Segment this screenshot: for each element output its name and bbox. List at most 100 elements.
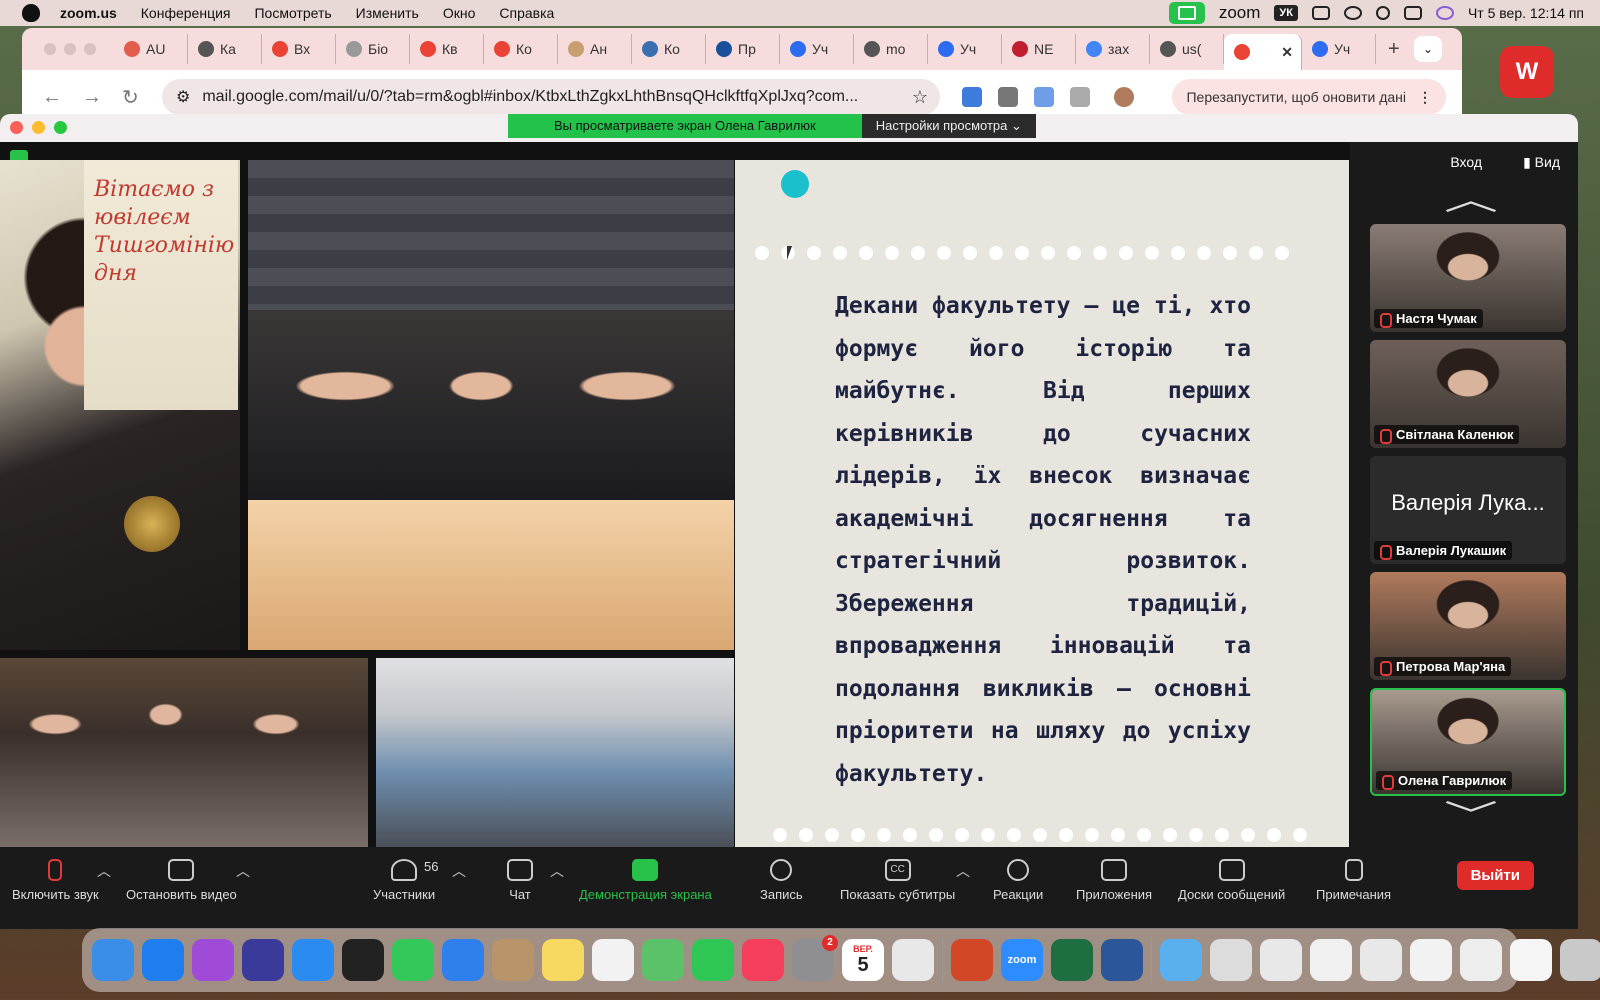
browser-tab[interactable]: Пр <box>706 34 780 64</box>
browser-tab[interactable]: Біо <box>336 34 410 64</box>
dock-messages-icon[interactable] <box>392 939 434 981</box>
browser-tab[interactable]: ✕ <box>1224 34 1302 70</box>
bookmark-star-icon[interactable]: ☆ <box>912 87 928 108</box>
audio-options-caret[interactable]: ︿ <box>97 861 111 881</box>
browser-tab[interactable]: mo <box>854 34 928 64</box>
extension-icon[interactable] <box>962 87 982 107</box>
menu-conference[interactable]: Конференция <box>141 5 231 21</box>
keyboard-layout[interactable]: УК <box>1274 5 1298 21</box>
dock-recent-1-icon[interactable] <box>1210 939 1252 981</box>
traffic-minimize[interactable] <box>64 43 76 55</box>
browser-tab[interactable]: us( <box>1150 34 1224 64</box>
dock-recent-5-icon[interactable] <box>1410 939 1452 981</box>
dock-recent-4-icon[interactable] <box>1360 939 1402 981</box>
browser-tab[interactable]: Кв <box>410 34 484 64</box>
relaunch-button[interactable]: Перезапустити, щоб оновити дані ⋮ <box>1172 79 1446 115</box>
menu-edit[interactable]: Изменить <box>356 5 419 21</box>
whiteboards-button[interactable]: Доски сообщений <box>1178 859 1285 902</box>
dock-downloads-folder-icon[interactable] <box>1160 939 1202 981</box>
menu-app-name[interactable]: zoom.us <box>60 5 117 21</box>
dock-reminders-icon[interactable] <box>592 939 634 981</box>
participants-options-caret[interactable]: ︿ <box>452 861 466 881</box>
menu-window[interactable]: Окно <box>443 5 476 21</box>
new-tab-button[interactable]: + <box>1388 38 1400 61</box>
browser-tab[interactable]: Ко <box>632 34 706 64</box>
window-minimize-button[interactable] <box>32 121 45 134</box>
browser-tab[interactable]: NE <box>1002 34 1076 64</box>
dock-recent-3-icon[interactable] <box>1310 939 1352 981</box>
traffic-zoom[interactable] <box>84 43 96 55</box>
browser-tab[interactable]: Ка <box>188 34 262 64</box>
window-close-button[interactable] <box>10 121 23 134</box>
browser-tab[interactable]: Уч <box>1302 34 1376 64</box>
wps-office-icon[interactable]: W <box>1500 46 1554 98</box>
video-options-caret[interactable]: ︿ <box>236 861 250 881</box>
siri-icon[interactable] <box>1435 6 1454 20</box>
profile-avatar[interactable] <box>1114 87 1134 107</box>
battery-icon[interactable] <box>1311 6 1330 20</box>
notes-button[interactable]: Примечания <box>1316 859 1391 902</box>
more-menu-icon[interactable]: ⋮ <box>1418 89 1432 106</box>
dock-notes-icon[interactable] <box>542 939 584 981</box>
scroll-down-icon[interactable]: ﹀ <box>1444 802 1498 832</box>
view-button[interactable]: ▮ Вид <box>1523 154 1560 171</box>
dock-trash-icon[interactable] <box>1560 939 1600 981</box>
reload-icon[interactable]: ↻ <box>122 85 142 110</box>
browser-tab[interactable]: AU <box>114 34 188 64</box>
show-captions-button[interactable]: CC Показать субтитры <box>840 859 955 902</box>
leave-meeting-button[interactable]: Выйти <box>1456 861 1534 890</box>
dock-piano-icon[interactable] <box>342 939 384 981</box>
dock-mail-icon[interactable] <box>442 939 484 981</box>
browser-tab[interactable]: Вх <box>262 34 336 64</box>
search-icon[interactable] <box>1375 6 1390 20</box>
captions-options-caret[interactable]: ︿ <box>956 861 970 881</box>
dock-podcasts-icon[interactable] <box>192 939 234 981</box>
chat-button[interactable]: Чат <box>507 859 533 902</box>
clock[interactable]: Чт 5 вер. 12:14 пп <box>1468 5 1584 21</box>
browser-tab[interactable]: Уч <box>780 34 854 64</box>
extensions-puzzle-icon[interactable] <box>1070 87 1090 107</box>
forward-icon[interactable]: → <box>82 86 102 109</box>
close-tab-icon[interactable]: ✕ <box>1281 44 1293 61</box>
dock-safari-icon[interactable] <box>292 939 334 981</box>
apps-button[interactable]: Приложения <box>1076 859 1152 902</box>
traffic-close[interactable] <box>44 43 56 55</box>
back-icon[interactable]: ← <box>42 86 62 109</box>
dock-siri-icon[interactable] <box>242 939 284 981</box>
dock-word-icon[interactable] <box>1101 939 1143 981</box>
scroll-up-icon[interactable]: ︿ <box>1444 186 1498 216</box>
view-options-dropdown[interactable]: Настройки просмотра ⌄ <box>861 114 1036 138</box>
browser-tab[interactable]: Ан <box>558 34 632 64</box>
browser-tab[interactable]: зах <box>1076 34 1150 64</box>
participant-tile[interactable]: Валерія Лука... Валерія Лукашик <box>1370 456 1566 564</box>
dock-facetime-icon[interactable] <box>692 939 734 981</box>
participant-tile[interactable]: Світлана Каленюк <box>1370 340 1566 448</box>
site-info-icon[interactable]: ⚙ <box>176 87 190 107</box>
tab-search-button[interactable]: ⌄ <box>1414 36 1442 62</box>
control-center-icon[interactable] <box>1403 6 1422 20</box>
address-bar[interactable]: ⚙ mail.google.com/mail/u/0/?tab=rm&ogbl#… <box>162 79 940 115</box>
browser-tab[interactable]: Уч <box>928 34 1002 64</box>
menu-help[interactable]: Справка <box>499 5 554 21</box>
participant-tile[interactable]: Петрова Мар'яна <box>1370 572 1566 680</box>
dock-music-icon[interactable] <box>742 939 784 981</box>
unmute-button[interactable]: Включить звук <box>12 859 99 902</box>
participant-tile[interactable]: Настя Чумак <box>1370 224 1566 332</box>
dock-recent-7-icon[interactable] <box>1510 939 1552 981</box>
dock-recent-6-icon[interactable] <box>1460 939 1502 981</box>
dock-recent-2-icon[interactable] <box>1260 939 1302 981</box>
dock-system-settings-icon[interactable]: 2 <box>792 935 838 981</box>
zoom-menu-label[interactable]: zoom <box>1219 3 1261 23</box>
zoom-video-status-icon[interactable] <box>1168 2 1205 24</box>
dock-calendar-icon[interactable]: ВЕР. 5 <box>842 939 884 981</box>
dock-maps-icon[interactable] <box>642 939 684 981</box>
participant-tile[interactable]: Олена Гаврилюк <box>1370 688 1566 796</box>
sign-in-button[interactable]: Вход <box>1450 154 1482 170</box>
translate-icon[interactable] <box>1034 87 1054 107</box>
dock-finder-icon[interactable] <box>92 939 134 981</box>
dock-app-store-icon[interactable] <box>142 939 184 981</box>
apple-icon[interactable] <box>22 4 40 22</box>
reactions-button[interactable]: Реакции <box>993 859 1043 902</box>
dock-zoom-icon[interactable]: zoom <box>1001 939 1043 981</box>
record-button[interactable]: Запись <box>760 859 803 902</box>
